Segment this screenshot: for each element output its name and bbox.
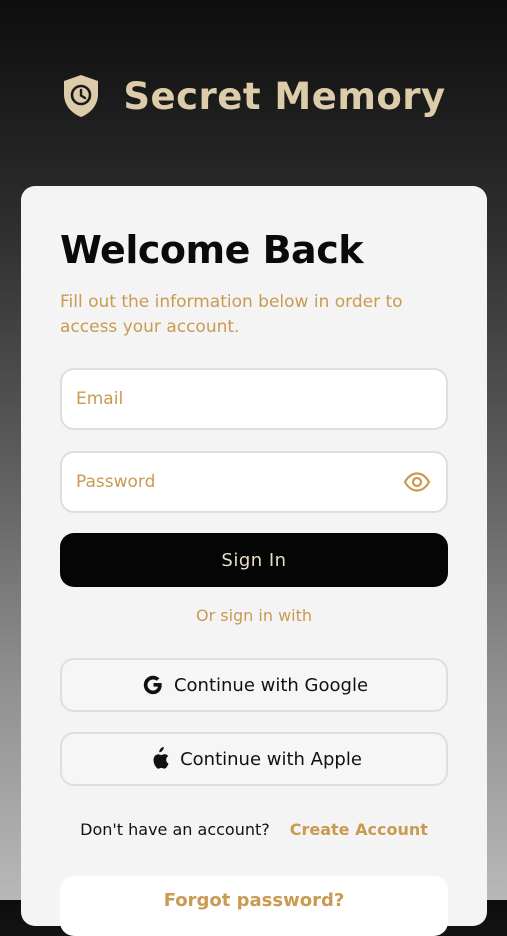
- page-title: Welcome Back: [60, 228, 364, 272]
- password-field[interactable]: [76, 472, 402, 492]
- create-account-link[interactable]: Create Account: [290, 820, 428, 839]
- google-button-label: Continue with Google: [173, 674, 369, 696]
- apple-icon: [146, 746, 172, 772]
- email-field[interactable]: [76, 389, 432, 409]
- brand-name: Secret Memory: [123, 74, 446, 118]
- signup-row: Don't have an account? Create Account: [21, 820, 487, 839]
- sign-in-button[interactable]: Sign In: [60, 533, 448, 587]
- login-card: Welcome Back Fill out the information be…: [21, 186, 487, 936]
- or-sign-in-with-label: Or sign in with: [195, 606, 313, 625]
- email-field-container: [60, 368, 448, 430]
- continue-with-apple-button[interactable]: Continue with Apple: [60, 732, 448, 786]
- app-header: Secret Memory: [0, 68, 507, 124]
- eye-icon[interactable]: [402, 467, 432, 497]
- password-field-container: [60, 451, 448, 513]
- apple-button-label: Continue with Apple: [180, 748, 362, 770]
- google-icon: [140, 672, 166, 698]
- forgot-password-button[interactable]: Forgot password?: [60, 876, 448, 936]
- signup-prompt: Don't have an account?: [80, 820, 270, 839]
- page-subtitle: Fill out the information below in order …: [60, 292, 403, 337]
- continue-with-google-button[interactable]: Continue with Google: [60, 658, 448, 712]
- shield-clock-icon: [61, 73, 101, 119]
